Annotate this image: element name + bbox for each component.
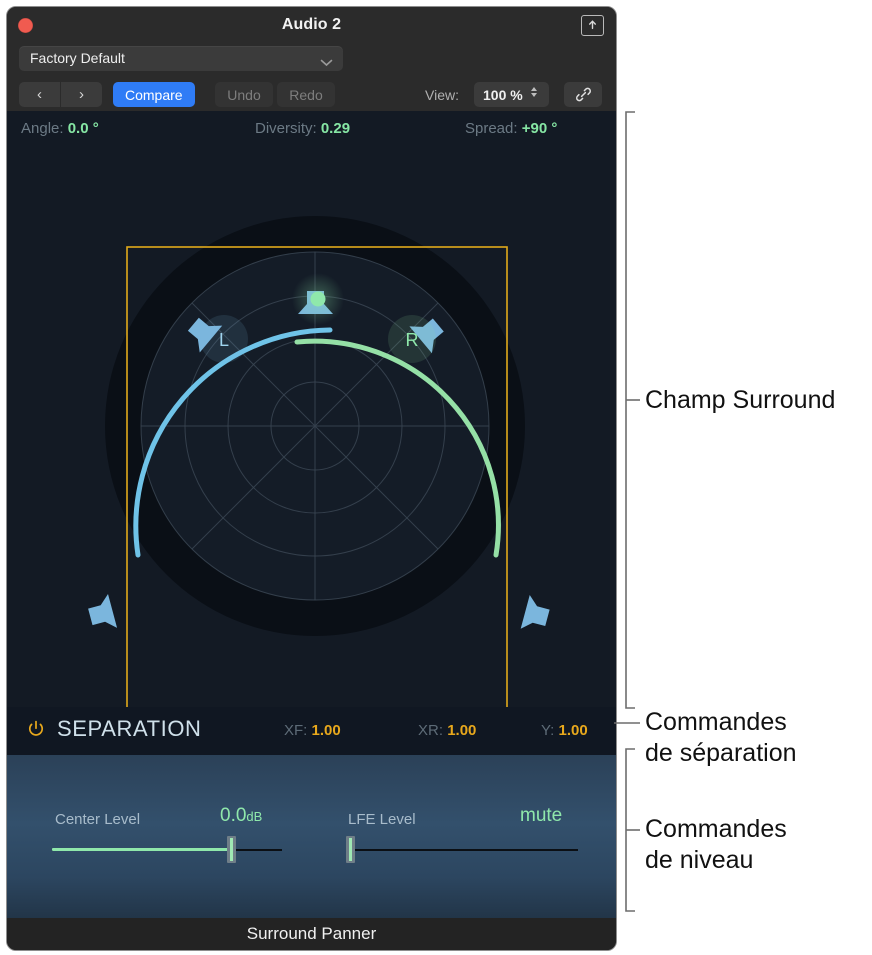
- annotation-commandes-niveau: Commandes de niveau: [645, 815, 787, 874]
- view-label: View:: [425, 87, 459, 103]
- view-zoom-stepper[interactable]: 100 %: [474, 82, 549, 107]
- center-level-handle[interactable]: [227, 836, 236, 863]
- lfe-level-label: LFE Level: [348, 811, 416, 828]
- separation-xr[interactable]: XR: 1.00: [418, 722, 476, 739]
- plugin-window: Audio 2 Factory Default ‹ › Compare Undo…: [6, 6, 617, 951]
- compare-button[interactable]: Compare: [113, 82, 195, 107]
- source-right-label: R: [406, 330, 419, 350]
- stepper-updown-icon[interactable]: [529, 84, 539, 105]
- chevron-down-icon: [320, 54, 333, 72]
- link-chain-glyph: [575, 87, 591, 102]
- center-level-unit: dB: [246, 809, 263, 824]
- annotation-champ-surround: Champ Surround: [645, 386, 836, 414]
- plugin-footer-label: Surround Panner: [246, 924, 377, 943]
- panner-puck[interactable]: [292, 273, 344, 325]
- separation-y-value: 1.00: [558, 722, 588, 739]
- center-level-label: Center Level: [55, 811, 141, 828]
- surround-field-panel[interactable]: Angle: 0.0 ° Diversity: 0.29 Spread: +90…: [7, 111, 616, 707]
- redo-button[interactable]: Redo: [277, 82, 335, 107]
- separation-controls: SEPARATION XF: 1.00 XR: 1.00 Y: 1.00: [7, 707, 616, 755]
- lfe-level-track[interactable]: [352, 849, 578, 851]
- previous-preset-button[interactable]: ‹: [19, 82, 61, 107]
- window-title: Audio 2: [281, 16, 342, 33]
- preset-dropdown[interactable]: Factory Default: [19, 46, 343, 71]
- view-zoom-value: 100 %: [483, 86, 523, 103]
- next-preset-button[interactable]: ›: [61, 82, 102, 107]
- bracket-commandes-niveau: [625, 748, 635, 912]
- annotation-commandes-separation: Commandes de séparation: [645, 708, 797, 767]
- export-arrow-icon[interactable]: [581, 15, 604, 36]
- separation-xf-value: 1.00: [311, 722, 341, 739]
- separation-y-label: Y:: [541, 722, 555, 739]
- speaker-surround-right-icon: [520, 594, 550, 629]
- preset-nav-group: ‹ ›: [19, 82, 102, 107]
- surround-field-graphic[interactable]: L R: [7, 111, 616, 707]
- separation-xr-value: 1.00: [447, 722, 477, 739]
- center-level-fill: [52, 848, 230, 851]
- export-arrow-glyph: [589, 20, 596, 30]
- source-right[interactable]: R: [388, 315, 436, 363]
- undo-button[interactable]: Undo: [215, 82, 273, 107]
- lfe-level-handle[interactable]: [346, 836, 355, 863]
- preset-value: Factory Default: [30, 50, 125, 66]
- source-left-label: L: [219, 330, 229, 350]
- separation-xr-label: XR:: [418, 722, 444, 739]
- speaker-surround-left-icon: [88, 594, 118, 628]
- separation-y[interactable]: Y: 1.00: [541, 722, 588, 739]
- window-header: Audio 2 Factory Default ‹ › Compare Undo…: [7, 7, 616, 111]
- bracket-champ-surround: [625, 111, 635, 709]
- plugin-footer: Surround Panner: [7, 918, 616, 950]
- separation-xf-label: XF:: [284, 722, 308, 739]
- center-level-value: 0.0dB: [220, 805, 263, 826]
- level-controls: Center Level 0.0dB LFE Level mute: [7, 755, 616, 918]
- link-chain-icon[interactable]: [564, 82, 602, 107]
- lfe-level-value: mute: [520, 805, 563, 826]
- separation-title: SEPARATION: [57, 716, 202, 741]
- power-glyph: [29, 720, 43, 736]
- power-toggle-icon[interactable]: [27, 720, 45, 743]
- source-left[interactable]: L: [200, 315, 248, 363]
- separation-xf[interactable]: XF: 1.00: [284, 722, 341, 739]
